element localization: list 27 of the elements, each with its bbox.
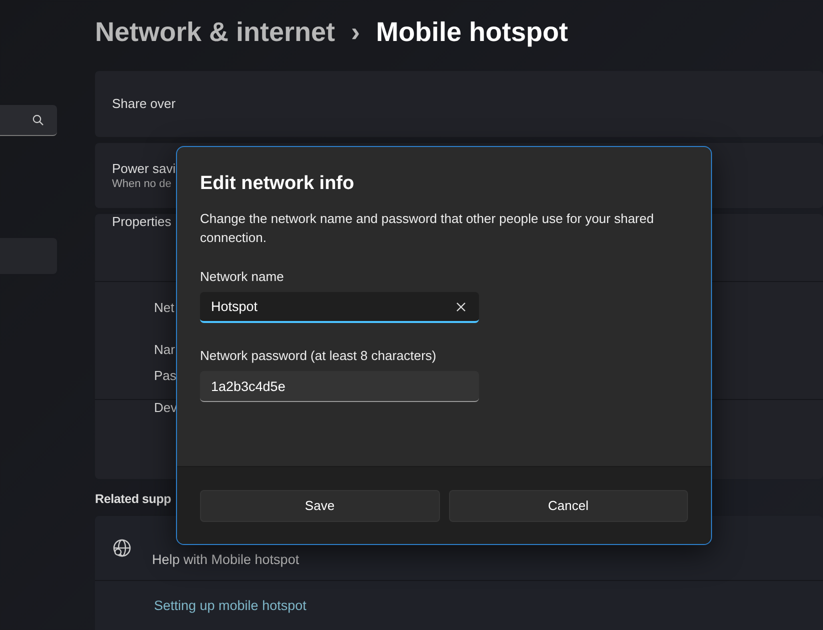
dialog-description: Change the network name and password that other people use for your shared connection. [200, 210, 655, 247]
clear-icon[interactable] [456, 302, 466, 312]
breadcrumb-separator: › [351, 17, 360, 48]
page-title: Mobile hotspot [376, 17, 568, 48]
globe-search-icon [112, 538, 132, 558]
section-heading: Related supp [95, 492, 172, 506]
help-link[interactable]: Setting up mobile hotspot [154, 598, 306, 614]
breadcrumb-parent[interactable]: Network & internet [95, 17, 336, 48]
field-label: Network password (at least 8 characters) [200, 348, 438, 363]
card-title: Share over [112, 96, 176, 112]
help-title: Help with Mobile hotspot [152, 552, 300, 567]
dialog-title: Edit network info [200, 173, 356, 195]
card-title: Power savi [112, 160, 176, 176]
settings-card[interactable]: Share over [95, 71, 823, 137]
cancel-button[interactable]: Cancel [448, 490, 688, 522]
property-label: Net [154, 300, 174, 317]
property-label: Pas [154, 368, 176, 385]
property-label: Dev [154, 400, 178, 415]
search-field[interactable] [0, 105, 57, 136]
card-title: Properties [112, 214, 172, 229]
property-label: Nar [154, 342, 175, 359]
search-icon [32, 114, 44, 126]
input-field[interactable]: 1a2b3c4d5e [200, 371, 479, 402]
card-subtitle: When no de [112, 178, 172, 190]
save-button[interactable]: Save [200, 490, 440, 522]
input-field[interactable]: Hotspot [200, 292, 479, 323]
field-label: Network name [200, 269, 285, 284]
